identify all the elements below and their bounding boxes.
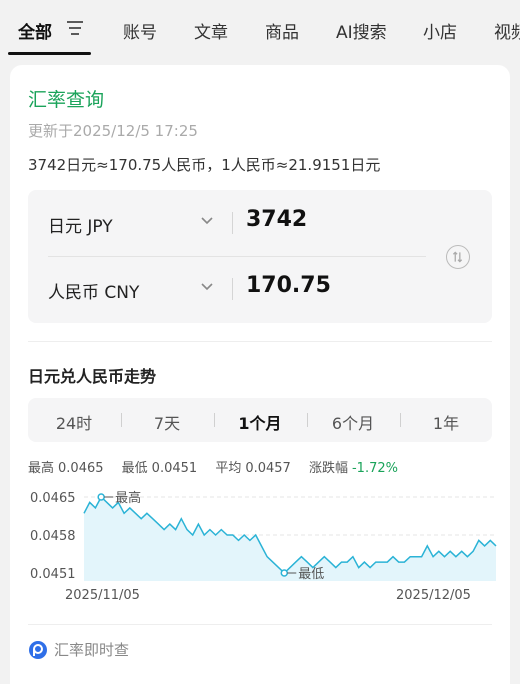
x-tick-end: 2025/12/05 bbox=[396, 588, 471, 603]
tab-accounts[interactable]: 账号 bbox=[123, 18, 157, 43]
period-1y[interactable]: 1年 bbox=[400, 410, 492, 434]
stat-high-label: 最高 bbox=[28, 461, 55, 476]
rate-summary: 3742日元≈170.75人民币，1人民币≈21.9151日元 bbox=[28, 156, 381, 174]
y-tick-label: 0.0451 bbox=[30, 567, 76, 582]
period-6m[interactable]: 6个月 bbox=[307, 410, 399, 434]
high-marker bbox=[97, 493, 105, 501]
tab-articles[interactable]: 文章 bbox=[194, 18, 228, 43]
updated-time: 更新于2025/12/5 17:25 bbox=[28, 122, 198, 140]
from-amount-input[interactable]: 3742 bbox=[246, 207, 307, 232]
stat-avg: 0.0457 bbox=[245, 461, 291, 476]
trend-stats: 最高 0.0465 最低 0.0451 平均 0.0457 涨跌幅 -1.72% bbox=[28, 457, 402, 476]
period-selector: 24时 7天 1个月 6个月 1年 bbox=[28, 398, 492, 442]
chevron-down-icon[interactable] bbox=[200, 216, 214, 226]
tab-video[interactable]: 视频 bbox=[494, 18, 520, 43]
stat-change: -1.72% bbox=[351, 461, 398, 476]
ptitle-icon bbox=[29, 641, 47, 659]
divider bbox=[232, 212, 233, 234]
tab-products[interactable]: 商品 bbox=[265, 18, 299, 43]
tab-all[interactable]: 全部 bbox=[18, 18, 52, 43]
stat-low-label: 最低 bbox=[121, 461, 148, 476]
exchange-rate-card: 汇率查询 更新于2025/12/5 17:25 3742日元≈170.75人民币… bbox=[10, 65, 510, 684]
top-nav: 全部 账号 文章 商品 AI搜索 小店 视频 bbox=[0, 0, 520, 56]
stat-low: 0.0451 bbox=[151, 461, 198, 476]
low-marker bbox=[280, 569, 289, 577]
low-marker-label: 最低 bbox=[298, 567, 324, 582]
stat-avg-label: 平均 bbox=[215, 461, 242, 476]
swap-icon[interactable] bbox=[446, 245, 470, 269]
filter-icon[interactable] bbox=[66, 20, 84, 36]
card-title: 汇率查询 bbox=[28, 89, 105, 111]
stat-high: 0.0465 bbox=[58, 461, 104, 476]
active-tab-indicator bbox=[8, 52, 91, 55]
period-1m[interactable]: 1个月 bbox=[214, 410, 306, 434]
stat-change-label: 涨跌幅 bbox=[308, 461, 348, 476]
to-amount-input[interactable]: 170.75 bbox=[246, 273, 331, 298]
x-tick-start: 2025/11/05 bbox=[65, 588, 140, 603]
tab-ai-search[interactable]: AI搜索 bbox=[336, 18, 387, 43]
y-tick-label: 0.0458 bbox=[30, 529, 76, 544]
divider bbox=[28, 341, 492, 342]
divider bbox=[232, 278, 233, 300]
period-24h[interactable]: 24时 bbox=[28, 410, 120, 434]
footer-label: 汇率即时查 bbox=[54, 641, 130, 659]
trend-title: 日元兑人民币走势 bbox=[28, 367, 157, 386]
to-currency-select[interactable]: 人民币 CNY bbox=[48, 278, 139, 303]
divider bbox=[28, 624, 492, 625]
from-currency-select[interactable]: 日元 JPY bbox=[48, 212, 113, 237]
y-tick-label: 0.0465 bbox=[30, 491, 76, 506]
high-marker-label: 最高 bbox=[115, 490, 141, 506]
from-row: 日元 JPY 3742 bbox=[28, 190, 428, 256]
converter: 日元 JPY 3742 人民币 CNY 170.75 bbox=[28, 190, 492, 323]
chevron-down-icon[interactable] bbox=[200, 282, 214, 292]
tab-shop[interactable]: 小店 bbox=[423, 18, 457, 43]
period-7d[interactable]: 7天 bbox=[121, 410, 213, 434]
to-row: 人民币 CNY 170.75 bbox=[28, 256, 428, 322]
